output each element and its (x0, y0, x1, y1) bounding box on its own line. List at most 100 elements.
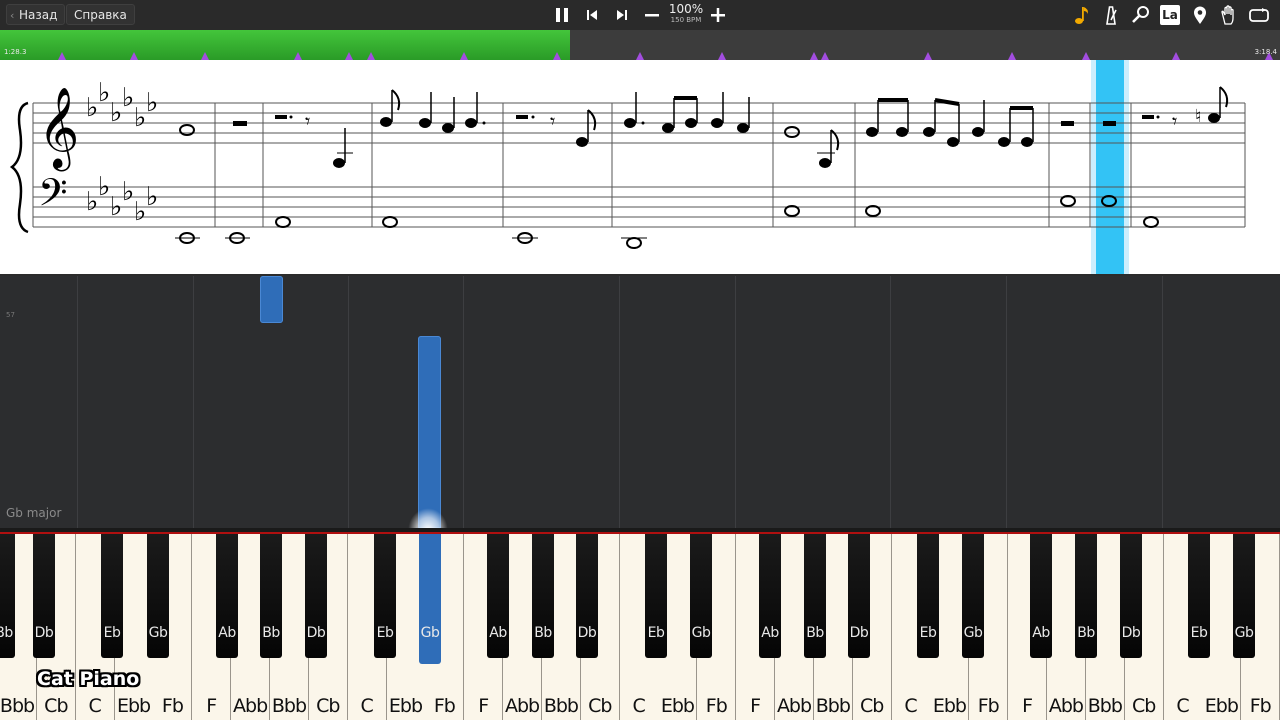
white-key-label: Fb (977, 695, 1000, 717)
black-key[interactable]: Eb (101, 534, 123, 658)
section-marker (924, 52, 932, 60)
svg-text:♭: ♭ (134, 197, 146, 227)
black-key-label: Eb (376, 625, 394, 641)
black-key-label: Ab (218, 625, 236, 641)
black-key-label: Bb (806, 625, 824, 641)
minus-icon[interactable] (640, 3, 664, 27)
black-key[interactable]: Gb (1233, 534, 1255, 658)
white-key-label: Abb (776, 695, 812, 717)
svg-text:♭: ♭ (122, 83, 134, 113)
section-markers (58, 52, 1273, 60)
svg-text:𝄾: 𝄾 (550, 109, 555, 133)
black-key[interactable]: Db (33, 534, 55, 658)
black-key[interactable]: Gb (690, 534, 712, 658)
black-key[interactable]: Db (1120, 534, 1142, 658)
white-key-label: Bbb (815, 695, 851, 717)
white-key-label: C (904, 695, 917, 717)
black-key[interactable]: Ab (487, 534, 509, 658)
black-key[interactable]: Gb (419, 534, 441, 664)
black-key[interactable]: Db (576, 534, 598, 658)
white-key-label: F (206, 695, 217, 717)
back-button[interactable]: ‹ Назад (6, 4, 66, 25)
white-key-label: Abb (1048, 695, 1084, 717)
white-key-label: Abb (233, 695, 268, 717)
black-key[interactable]: Ab (759, 534, 781, 658)
bass-clef: 𝄢 (38, 170, 68, 224)
key-signature-label: Gb major (6, 506, 62, 520)
black-key[interactable]: Ab (216, 534, 238, 658)
black-key[interactable]: Eb (374, 534, 396, 658)
piano-roll: 57 Gb major (0, 276, 1280, 530)
black-key[interactable]: Bb (532, 534, 554, 658)
skip-back-icon[interactable] (580, 3, 604, 27)
black-key-label: Bb (1077, 625, 1095, 641)
svg-text:♭: ♭ (146, 88, 158, 118)
search-icon[interactable] (1129, 3, 1153, 27)
loop-icon[interactable] (1247, 3, 1271, 27)
svg-text:♭: ♭ (98, 78, 110, 108)
white-key-label: Fb (705, 695, 728, 717)
white-key-label: C (632, 695, 645, 717)
white-key-label: Cb (44, 695, 68, 717)
svg-text:♭: ♭ (110, 98, 122, 128)
white-key-label: Bbb (543, 695, 579, 717)
black-key-label: Eb (647, 625, 665, 641)
black-key[interactable]: Eb (917, 534, 939, 658)
black-key-label: Db (1121, 625, 1141, 641)
white-key-label: Abb (504, 695, 540, 717)
black-key-label: Ab (489, 625, 507, 641)
black-key-label: Eb (919, 625, 937, 641)
black-key-label: Gb (691, 625, 711, 641)
progress-timeline[interactable]: 1:28.3 3:18.4 (0, 30, 1280, 60)
falling-note (260, 276, 283, 323)
black-key[interactable]: Eb (645, 534, 667, 658)
skip-forward-icon[interactable] (610, 3, 634, 27)
section-marker (636, 52, 644, 60)
black-key-label: Gb (148, 625, 168, 641)
white-key-label: Ebb (116, 695, 151, 717)
location-icon[interactable] (1188, 3, 1212, 27)
toolbar: ‹ Назад Справка 100% 150 BPM La (0, 0, 1280, 30)
white-key-label: Cb (860, 695, 884, 717)
black-key-label: Gb (1234, 625, 1254, 641)
section-marker (821, 52, 829, 60)
white-key-label: Ebb (1204, 695, 1239, 717)
pause-icon[interactable] (550, 3, 574, 27)
section-marker (345, 52, 353, 60)
black-key[interactable]: Bb (1075, 534, 1097, 658)
black-key[interactable]: Bb (260, 534, 282, 658)
black-key[interactable]: Ab (1030, 534, 1052, 658)
black-key-label: Db (849, 625, 869, 641)
black-key[interactable]: Eb (1188, 534, 1210, 658)
plus-icon[interactable] (706, 3, 730, 27)
black-key-label: Ab (761, 625, 779, 641)
black-key-label: Eb (103, 625, 121, 641)
section-marker (367, 52, 375, 60)
white-key-label: Fb (433, 695, 456, 717)
white-key-label: Bbb (1087, 695, 1123, 717)
treble-notes: 𝄾 𝄾 𝄾 ♮ (179, 86, 1229, 168)
svg-text:♮: ♮ (1195, 106, 1201, 127)
black-key[interactable]: Db (848, 534, 870, 658)
sheet-music: 𝄞 𝄢 ♭ ♭ ♭ ♭ ♭ ♭ ♭ ♭ ♭ ♭ ♭ ♭ 𝄾 𝄾 𝄾 ♮ (0, 60, 1280, 274)
piano-keyboard[interactable]: Bbb Cb C Ebb Fb F Abb Bbb Cb C Ebb Fb F Abb Bbb Cb C Ebb F… (0, 528, 1280, 720)
white-key-label: Bbb (271, 695, 307, 717)
white-key-label: Cb (1131, 695, 1156, 717)
help-button[interactable]: Справка (66, 4, 135, 25)
black-key-label: Bb (0, 625, 13, 641)
la-icon[interactable]: La (1160, 5, 1180, 25)
black-key[interactable]: Gb (147, 534, 169, 658)
cat-piano-logo: Cat Piano (37, 668, 140, 690)
black-key[interactable]: Bb (0, 534, 15, 658)
black-key[interactable]: Db (305, 534, 327, 658)
hand-icon[interactable] (1217, 3, 1241, 27)
black-key-label: Db (34, 625, 54, 641)
note-icon[interactable] (1070, 3, 1094, 27)
section-marker (1008, 52, 1016, 60)
black-key-label: Bb (262, 625, 280, 641)
black-key[interactable]: Bb (804, 534, 826, 658)
metronome-icon[interactable] (1099, 3, 1123, 27)
white-key-label: F (478, 695, 489, 717)
svg-text:♭: ♭ (110, 192, 122, 222)
black-key[interactable]: Gb (962, 534, 984, 658)
